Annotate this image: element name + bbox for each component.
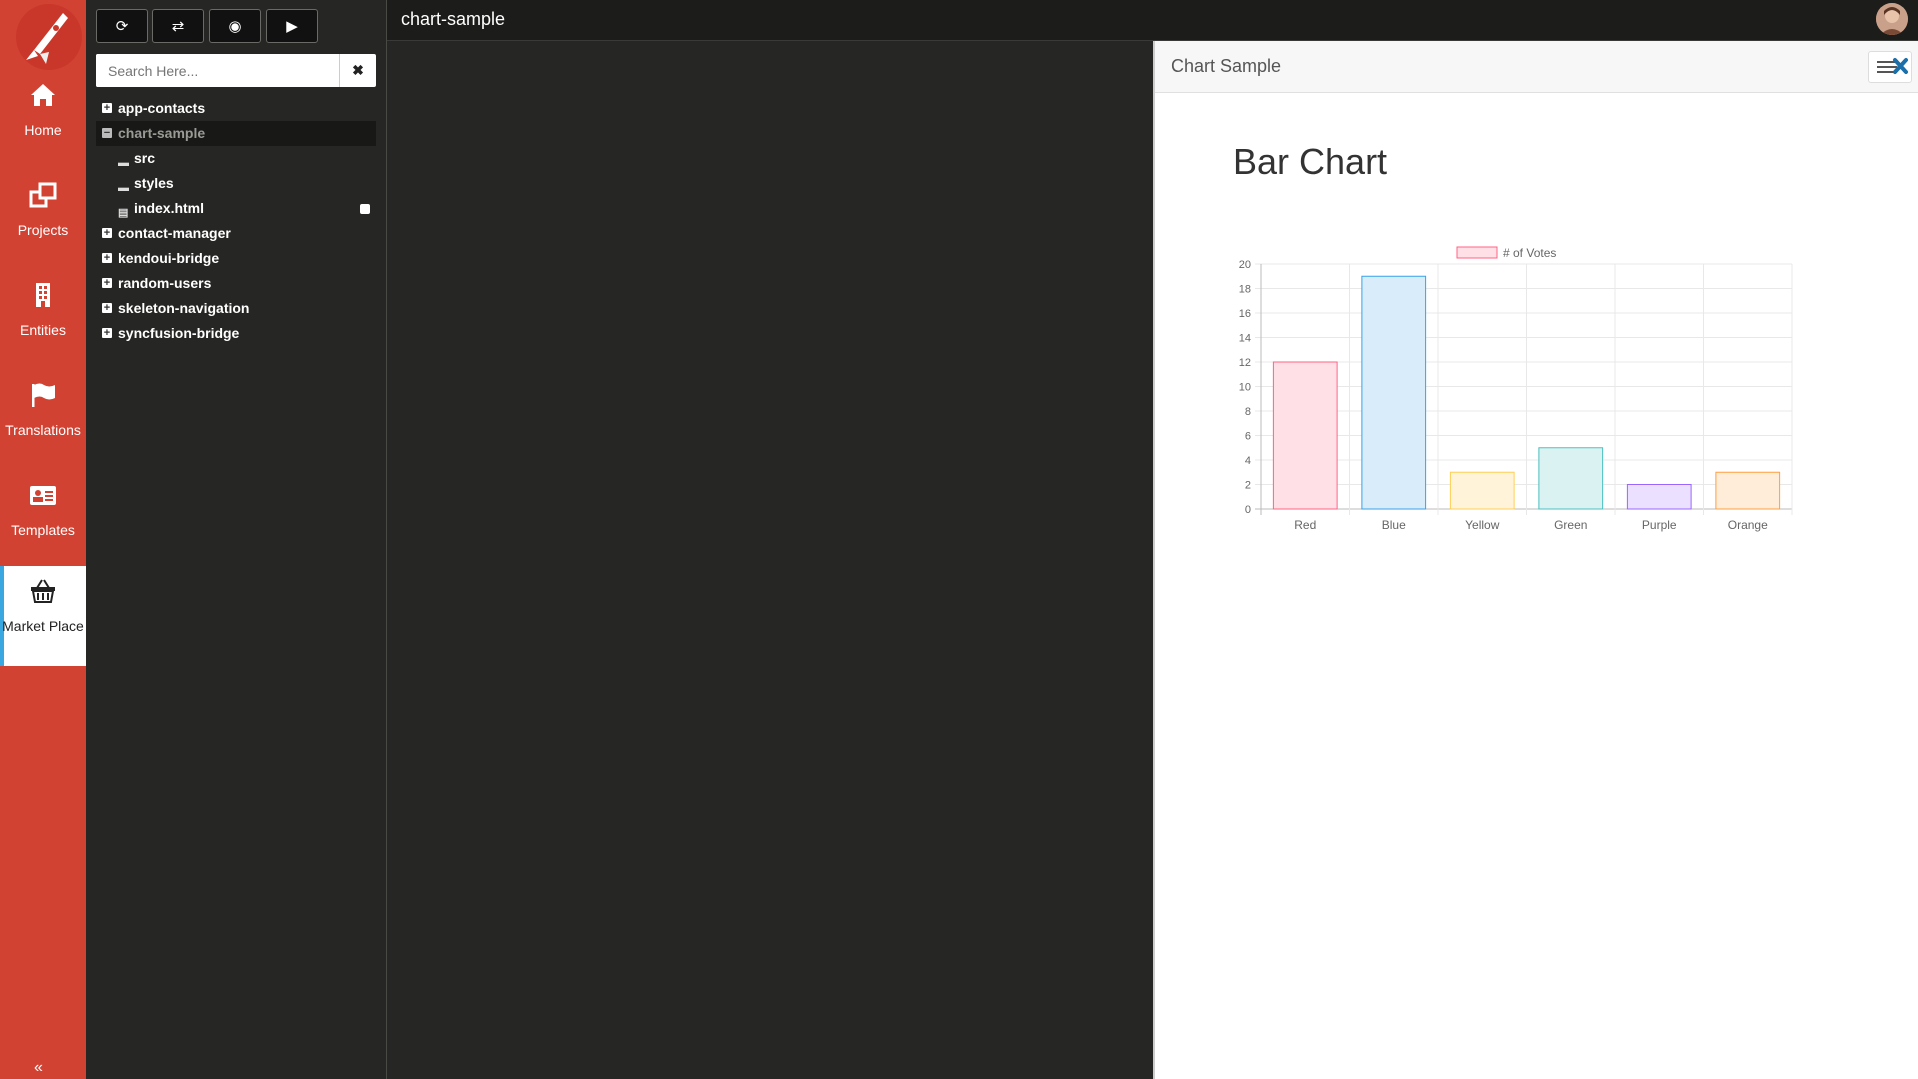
hamburger-close-icon bbox=[1877, 58, 1908, 74]
y-tick-label: 20 bbox=[1239, 259, 1251, 271]
projects-icon bbox=[29, 182, 57, 208]
tree-file-index-html[interactable]: ▤ index.html bbox=[96, 196, 376, 221]
nav-market-place[interactable]: Market Place bbox=[0, 566, 86, 666]
y-tick-label: 8 bbox=[1245, 406, 1251, 418]
x-tick-label: Green bbox=[1554, 518, 1587, 532]
nav-rail: Home Projects Entities Translations Temp… bbox=[0, 0, 86, 1079]
tree-item-label: styles bbox=[134, 175, 174, 191]
tree-item-label: syncfusion-bridge bbox=[118, 325, 240, 341]
preview-button[interactable]: ◉ bbox=[209, 9, 261, 43]
tree-item-label: kendoui-bridge bbox=[118, 250, 220, 266]
close-icon: ✖ bbox=[352, 62, 364, 78]
tree-item-random-users[interactable]: + random-users bbox=[96, 271, 376, 296]
refresh-button[interactable]: ⟳ bbox=[96, 9, 148, 43]
active-indicator bbox=[0, 566, 4, 666]
tree-folder-styles[interactable]: ▬ styles bbox=[96, 171, 376, 196]
nav-entities[interactable]: Entities bbox=[0, 270, 86, 370]
nav-templates[interactable]: Templates bbox=[0, 470, 86, 570]
tree-item-syncfusion-bridge[interactable]: + syncfusion-bridge bbox=[96, 321, 376, 346]
expand-icon[interactable]: + bbox=[102, 278, 112, 289]
y-tick-label: 14 bbox=[1239, 333, 1251, 345]
bar-green[interactable] bbox=[1538, 447, 1604, 510]
expand-icon[interactable]: + bbox=[102, 103, 112, 114]
tree-item-skeleton-navigation[interactable]: + skeleton-navigation bbox=[96, 296, 376, 321]
building-icon bbox=[36, 283, 50, 307]
tree-item-label: skeleton-navigation bbox=[118, 300, 250, 316]
file-checkbox[interactable] bbox=[360, 204, 370, 214]
basket-icon bbox=[31, 579, 55, 603]
y-tick-label: 6 bbox=[1245, 431, 1251, 443]
tree-item-kendoui-bridge[interactable]: + kendoui-bridge bbox=[96, 246, 376, 271]
expand-icon[interactable]: + bbox=[102, 253, 112, 264]
flag-icon bbox=[32, 383, 55, 407]
nav-home[interactable]: Home bbox=[0, 70, 86, 170]
y-tick-label: 0 bbox=[1245, 504, 1251, 516]
clear-search-button[interactable]: ✖ bbox=[339, 54, 376, 87]
id-card-icon bbox=[30, 486, 56, 505]
nav-label: Entities bbox=[20, 322, 66, 338]
sync-button[interactable]: ⇄ bbox=[152, 9, 204, 43]
chart-heading: Bar Chart bbox=[1233, 141, 1388, 182]
tree-item-label: index.html bbox=[134, 200, 205, 216]
x-tick-label: Red bbox=[1294, 518, 1316, 532]
bar-red[interactable] bbox=[1272, 361, 1338, 510]
y-tick-label: 18 bbox=[1239, 284, 1251, 296]
expand-icon[interactable]: + bbox=[102, 303, 112, 314]
bar-orange[interactable] bbox=[1715, 471, 1781, 510]
tree-item-label: app-contacts bbox=[118, 100, 206, 116]
x-tick-label: Yellow bbox=[1465, 518, 1500, 532]
tree-item-label: contact-manager bbox=[118, 225, 231, 241]
bar-purple[interactable] bbox=[1626, 484, 1692, 510]
tree-item-contact-manager[interactable]: + contact-manager bbox=[96, 221, 376, 246]
top-bar: chart-sample bbox=[387, 0, 1918, 41]
preview-header: Chart Sample bbox=[1155, 41, 1918, 93]
y-tick-label: 16 bbox=[1239, 308, 1251, 320]
legend-label: # of Votes bbox=[1503, 246, 1556, 260]
project-tree: + app-contacts − chart-sample ▬ src ▬ st… bbox=[96, 96, 376, 346]
close-preview-button[interactable] bbox=[1868, 51, 1912, 83]
expand-icon[interactable]: + bbox=[102, 328, 112, 339]
home-icon bbox=[31, 84, 55, 106]
collapse-sidebar-icon[interactable]: « bbox=[34, 1059, 43, 1077]
legend-swatch[interactable] bbox=[1456, 246, 1498, 259]
tree-item-label: random-users bbox=[118, 275, 212, 291]
tree-item-label: chart-sample bbox=[118, 125, 206, 141]
nav-label: Translations bbox=[5, 422, 81, 438]
eye-icon: ◉ bbox=[228, 18, 242, 35]
tree-folder-src[interactable]: ▬ src bbox=[96, 146, 376, 171]
rocket-logo-icon[interactable] bbox=[16, 4, 82, 70]
search-input[interactable] bbox=[96, 54, 338, 87]
run-button[interactable]: ▶ bbox=[266, 9, 318, 43]
nav-label: Templates bbox=[11, 522, 75, 538]
y-tick-label: 2 bbox=[1245, 480, 1251, 492]
refresh-icon: ⟳ bbox=[115, 18, 129, 35]
search-box: ✖ bbox=[96, 54, 376, 87]
collapse-icon[interactable]: − bbox=[102, 128, 112, 139]
file-explorer-panel: ⟳ ⇄ ◉ ▶ ✖ + app-contacts − chart-sample … bbox=[86, 0, 387, 1079]
expand-icon[interactable]: + bbox=[102, 228, 112, 239]
x-tick-label: Purple bbox=[1642, 518, 1677, 532]
tree-item-label: src bbox=[134, 150, 156, 166]
tree-item-app-contacts[interactable]: + app-contacts bbox=[96, 96, 376, 121]
y-tick-label: 10 bbox=[1239, 382, 1251, 394]
nav-translations[interactable]: Translations bbox=[0, 370, 86, 470]
avatar[interactable] bbox=[1876, 3, 1908, 35]
nav-label: Home bbox=[24, 122, 62, 138]
x-tick-label: Orange bbox=[1728, 518, 1768, 532]
retweet-icon: ⇄ bbox=[171, 18, 185, 35]
bar-blue[interactable] bbox=[1361, 275, 1427, 510]
y-tick-label: 12 bbox=[1239, 357, 1251, 369]
nav-label: Projects bbox=[17, 222, 69, 238]
nav-projects[interactable]: Projects bbox=[0, 170, 86, 270]
tree-item-chart-sample[interactable]: − chart-sample bbox=[96, 121, 376, 146]
preview-title: Chart Sample bbox=[1171, 56, 1282, 76]
bar-chart: 0 2 4 6 8 10 12 14 16 18 20 Red Blue Yellow Green Purpl… bbox=[1239, 246, 1793, 532]
preview-pane: Chart Sample Bar Chart 0 2 4 6 8 10 12 14 16 18 20… bbox=[1153, 41, 1918, 1079]
play-icon: ▶ bbox=[286, 18, 298, 35]
page-title: chart-sample bbox=[401, 9, 506, 29]
y-tick-label: 4 bbox=[1245, 455, 1251, 467]
bar-yellow[interactable] bbox=[1449, 471, 1515, 510]
x-tick-label: Blue bbox=[1382, 518, 1406, 532]
nav-label: Market Place bbox=[2, 618, 84, 634]
